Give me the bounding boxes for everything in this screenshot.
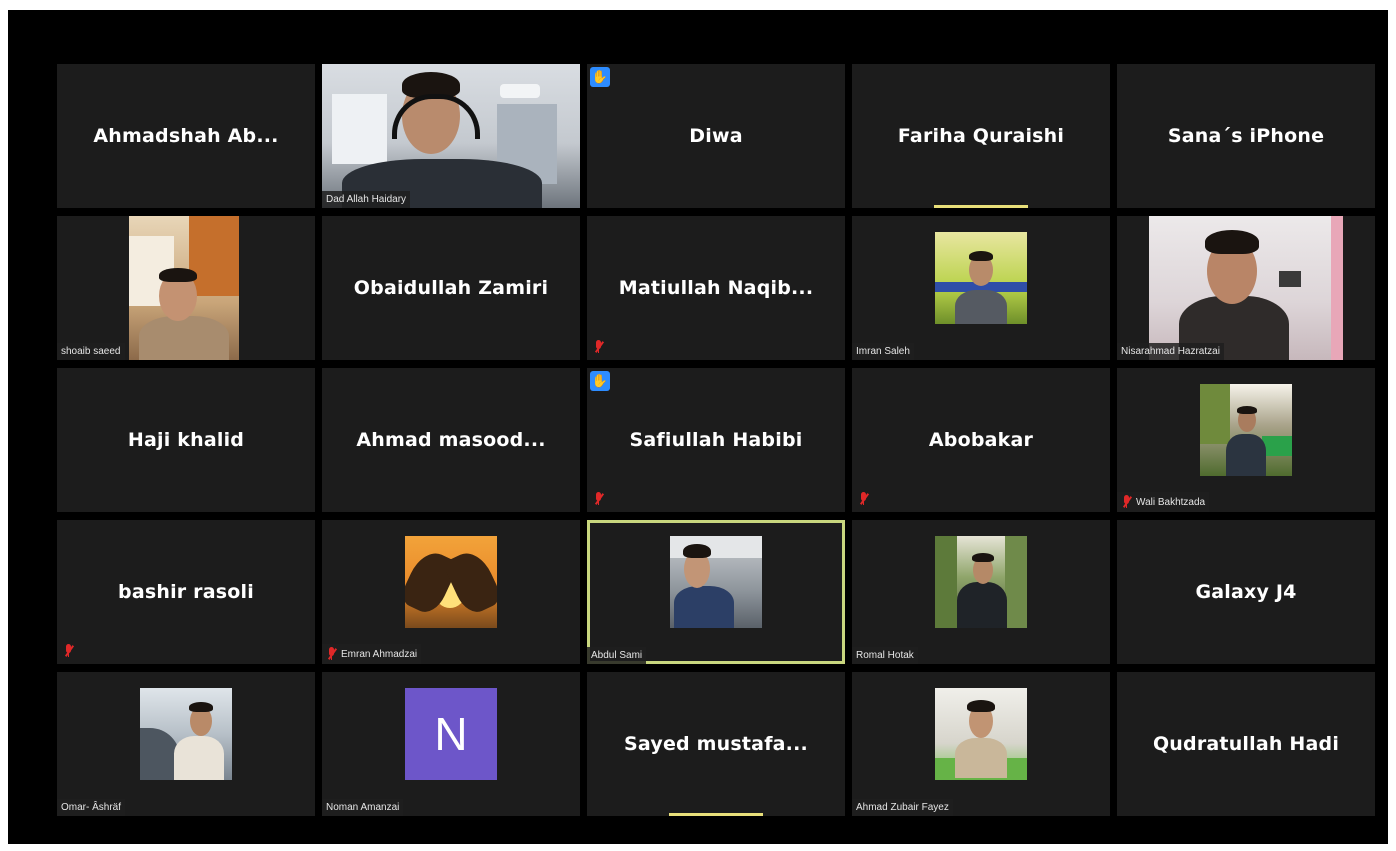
- participant-tile[interactable]: Sana´s iPhone: [1117, 64, 1375, 208]
- participant-video: [1149, 216, 1343, 360]
- participant-name-label: Ahmad Zubair Fayez: [852, 799, 953, 816]
- participant-name: Diwa: [689, 125, 743, 147]
- active-speaker-indicator: [669, 813, 763, 816]
- participant-tile[interactable]: Omar- Âshräf: [57, 672, 315, 816]
- participant-name-label: Romal Hotak: [852, 647, 918, 664]
- participant-name: Galaxy J4: [1195, 581, 1297, 603]
- participant-name: Ahmad masood...: [356, 429, 546, 451]
- participant-tile[interactable]: Sayed mustafa...: [587, 672, 845, 816]
- participant-tile[interactable]: Matiullah Naqib...: [587, 216, 845, 360]
- participant-name-label: Abdul Sami: [587, 647, 647, 664]
- active-speaker-indicator: [934, 205, 1028, 208]
- participant-name: bashir rasoli: [118, 581, 254, 603]
- participant-avatar: N: [405, 688, 497, 780]
- participant-tile[interactable]: ✋ Diwa: [587, 64, 845, 208]
- participant-tile[interactable]: Obaidullah Zamiri: [322, 216, 580, 360]
- participant-tile[interactable]: Fariha Quraishi: [852, 64, 1110, 208]
- participant-photo: [140, 688, 232, 780]
- participant-tile[interactable]: ✋ Safiullah Habibi: [587, 368, 845, 512]
- gallery-view-grid: Ahmadshah Ab... Dad Allah Haidary ✋ Diwa…: [57, 64, 1375, 816]
- participant-photo: [670, 536, 762, 628]
- participant-name-label: Dad Allah Haidary: [322, 191, 411, 208]
- participant-name-label: shoaib saeed: [57, 343, 125, 360]
- participant-name-label: Noman Amanzai: [322, 799, 404, 816]
- participant-tile[interactable]: Qudratullah Hadi: [1117, 672, 1375, 816]
- muted-mic-icon: [858, 492, 870, 506]
- participant-tile[interactable]: Nisarahmad Hazratzai: [1117, 216, 1375, 360]
- participant-photo: [935, 688, 1027, 780]
- participant-name-label: Emran Ahmadzai: [322, 644, 422, 664]
- participant-tile[interactable]: Haji khalid: [57, 368, 315, 512]
- participant-tile[interactable]: Emran Ahmadzai: [322, 520, 580, 664]
- muted-mic-icon: [63, 644, 75, 658]
- participant-name-label: Omar- Âshräf: [57, 799, 126, 816]
- participant-tile[interactable]: Ahmadshah Ab...: [57, 64, 315, 208]
- participant-tile[interactable]: Galaxy J4: [1117, 520, 1375, 664]
- participant-name: Fariha Quraishi: [897, 125, 1065, 147]
- raise-hand-icon: ✋: [590, 67, 610, 87]
- participant-name: Sayed mustafa...: [624, 733, 808, 755]
- meeting-window: Ahmadshah Ab... Dad Allah Haidary ✋ Diwa…: [8, 10, 1388, 844]
- participant-name: Sana´s iPhone: [1167, 125, 1325, 147]
- muted-mic-icon: [593, 492, 605, 506]
- participant-name: Abobakar: [928, 429, 1034, 451]
- participant-name-label: Nisarahmad Hazratzai: [1117, 343, 1224, 360]
- muted-mic-icon: [326, 647, 338, 661]
- participant-name: Matiullah Naqib...: [618, 277, 814, 299]
- participant-name: Ahmadshah Ab...: [93, 125, 279, 147]
- participant-name-label: Imran Saleh: [852, 343, 914, 360]
- participant-photo: [405, 536, 497, 628]
- participant-tile[interactable]: Wali Bakhtzada: [1117, 368, 1375, 512]
- participant-video: [322, 64, 580, 208]
- participant-photo: [935, 536, 1027, 628]
- muted-mic-icon: [1121, 495, 1133, 509]
- participant-tile[interactable]: Abobakar: [852, 368, 1110, 512]
- participant-tile[interactable]: Romal Hotak: [852, 520, 1110, 664]
- participant-tile[interactable]: Dad Allah Haidary: [322, 64, 580, 208]
- muted-mic-icon: [593, 340, 605, 354]
- participant-tile[interactable]: shoaib saeed: [57, 216, 315, 360]
- participant-tile[interactable]: Ahmad masood...: [322, 368, 580, 512]
- participant-photo: [1200, 384, 1292, 476]
- participant-name: Obaidullah Zamiri: [353, 277, 549, 299]
- participant-tile[interactable]: Ahmad Zubair Fayez: [852, 672, 1110, 816]
- participant-tile[interactable]: Imran Saleh: [852, 216, 1110, 360]
- participant-name: Haji khalid: [127, 429, 245, 451]
- participant-name: Qudratullah Hadi: [1152, 733, 1340, 755]
- participant-photo: [935, 232, 1027, 324]
- raise-hand-icon: ✋: [590, 371, 610, 391]
- participant-tile[interactable]: bashir rasoli: [57, 520, 315, 664]
- participant-video: [129, 216, 239, 360]
- participant-name: Safiullah Habibi: [629, 429, 803, 451]
- participant-tile[interactable]: N Noman Amanzai: [322, 672, 580, 816]
- participant-tile-active-speaker[interactable]: Abdul Sami: [587, 520, 845, 664]
- participant-name-label: Wali Bakhtzada: [1117, 492, 1210, 512]
